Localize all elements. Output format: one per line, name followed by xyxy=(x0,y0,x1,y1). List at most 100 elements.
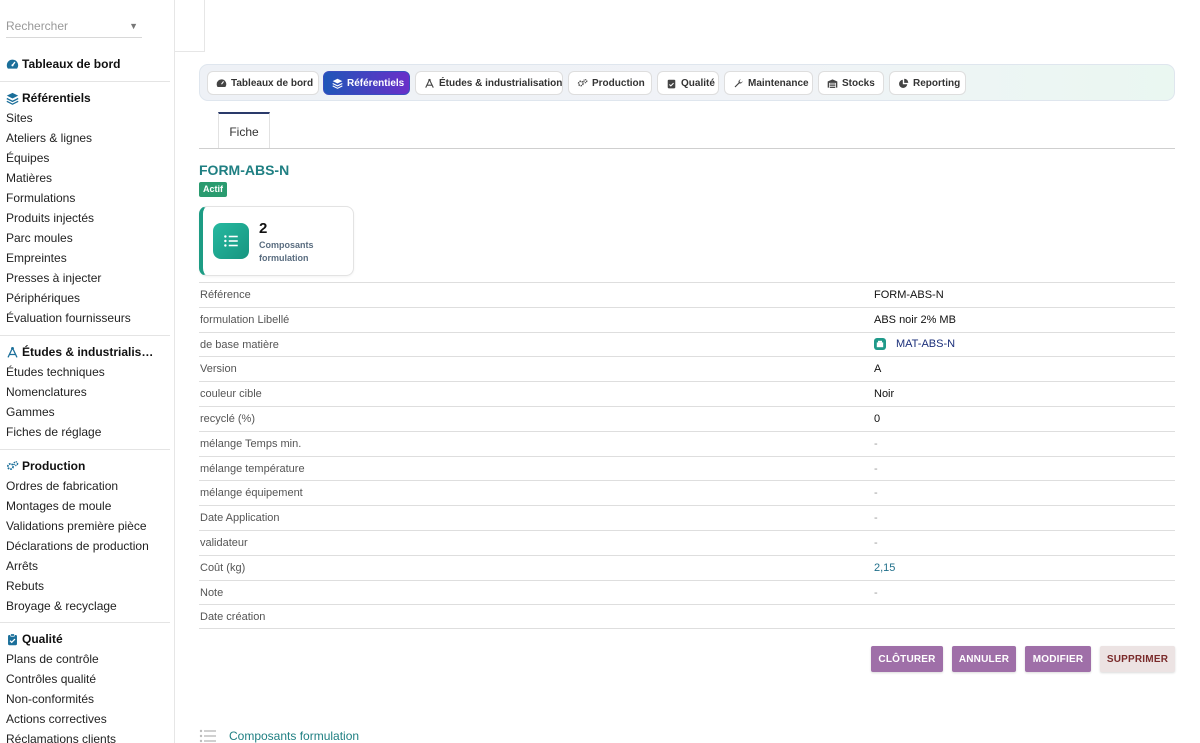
divider xyxy=(0,81,170,82)
sidebar-item-validations-premiere-piece[interactable]: Validations première pièce xyxy=(0,516,174,536)
sidebar-item-empreintes[interactable]: Empreintes xyxy=(0,248,174,268)
sidebar-item-fiches-reglage[interactable]: Fiches de réglage xyxy=(0,422,174,442)
field-row: Note - xyxy=(199,579,1175,605)
sidebar-item-declarations-production[interactable]: Déclarations de production xyxy=(0,536,174,556)
field-row: Référence FORM-ABS-N xyxy=(199,282,1175,307)
sidebar-item-produits-injectes[interactable]: Produits injectés xyxy=(0,208,174,228)
delete-button[interactable]: SUPPRIMER xyxy=(1100,646,1175,672)
sidebar-item-arrets[interactable]: Arrêts xyxy=(0,556,174,576)
tab-qualite[interactable]: Qualité xyxy=(657,71,719,95)
header-corner xyxy=(175,0,205,52)
divider xyxy=(0,622,170,623)
field-value: FORM-ABS-N xyxy=(874,289,944,301)
sidebar-head-qualite[interactable]: Qualité xyxy=(0,629,174,649)
sidebar-head-production[interactable]: Production xyxy=(0,456,174,476)
sidebar-item-actions-correctives[interactable]: Actions correctives xyxy=(0,709,174,729)
field-row: recyclé (%) 0 xyxy=(199,405,1175,431)
section-title: Composants formulation xyxy=(229,729,360,743)
field-value: - xyxy=(874,536,878,549)
field-row: de base matière MAT-ABS-N xyxy=(199,331,1175,357)
sidebar-item-gammes[interactable]: Gammes xyxy=(0,402,174,422)
tab-label: Tableaux de bord xyxy=(231,77,314,89)
field-value: Noir xyxy=(874,388,895,401)
tab-reporting[interactable]: Reporting xyxy=(889,71,966,95)
field-label: recyclé (%) xyxy=(200,412,256,425)
field-value: A xyxy=(874,363,882,376)
divider xyxy=(0,449,170,450)
stat-card-composants[interactable]: 2 Composants formulation xyxy=(199,206,354,276)
sidebar-item-etudes-techniques[interactable]: Études techniques xyxy=(0,362,174,382)
module-nav: Tableaux de bord Référentiels Études & i… xyxy=(199,64,1175,101)
sidebar-head-referentiels[interactable]: Référentiels xyxy=(0,88,174,108)
chevron-down-icon[interactable]: ▼ xyxy=(129,21,138,31)
sidebar-item-montages-moule[interactable]: Montages de moule xyxy=(0,496,174,516)
field-label: Référence xyxy=(200,289,251,301)
sidebar-item-plans-controle[interactable]: Plans de contrôle xyxy=(0,649,174,669)
sidebar-item-formulations[interactable]: Formulations xyxy=(0,188,174,208)
tab-production[interactable]: Production xyxy=(568,71,652,95)
field-label: mélange température xyxy=(200,462,305,475)
field-value: 0 xyxy=(874,412,881,425)
search-input[interactable] xyxy=(6,16,126,36)
sidebar-item-reclamations-clients[interactable]: Réclamations clients xyxy=(0,729,174,743)
close-record-button[interactable]: CLÔTURER xyxy=(871,646,943,672)
field-label: validateur xyxy=(200,536,248,549)
sidebar-item-ordres-fabrication[interactable]: Ordres de fabrication xyxy=(0,476,174,496)
sidebar-item-rebuts[interactable]: Rebuts xyxy=(0,576,174,596)
sidebar-item-presses[interactable]: Presses à injecter xyxy=(0,268,174,288)
material-link-label: MAT-ABS-N xyxy=(896,337,956,350)
tab-label: Stocks xyxy=(842,77,875,89)
list-icon xyxy=(199,729,216,743)
layers-icon xyxy=(332,78,343,89)
field-label: Version xyxy=(200,363,237,376)
field-row: validateur - xyxy=(199,529,1175,555)
sidebar-item-parc-moules[interactable]: Parc moules xyxy=(0,228,174,248)
sidebar-head-etudes[interactable]: Études & industrialis… xyxy=(0,342,174,362)
tab-label: Référentiels xyxy=(347,77,405,89)
material-link[interactable]: MAT-ABS-N xyxy=(874,337,956,350)
field-value: - xyxy=(874,586,878,599)
field-row: mélange équipement - xyxy=(199,480,1175,505)
compass-icon xyxy=(7,346,18,358)
field-value: 2,15 xyxy=(874,561,896,574)
sidebar-item-equipes[interactable]: Équipes xyxy=(0,148,174,168)
sidebar-item-nomenclatures[interactable]: Nomenclatures xyxy=(0,382,174,402)
field-label: mélange équipement xyxy=(200,487,303,500)
sidebar-section-production: Production Ordres de fabrication Montage… xyxy=(0,456,174,616)
tab-referentiels[interactable]: Référentiels xyxy=(323,71,410,95)
sidebar-item-matieres[interactable]: Matières xyxy=(0,168,174,188)
tab-label: Études & industrialisation xyxy=(439,77,563,89)
compass-icon xyxy=(425,78,434,88)
tab-label: Qualité xyxy=(681,77,715,89)
sidebar-item-broyage-recyclage[interactable]: Broyage & recyclage xyxy=(0,596,174,616)
field-value: - xyxy=(874,512,878,525)
search-box[interactable]: ▼ xyxy=(6,16,142,38)
sidebar-item-peripheriques[interactable]: Périphériques xyxy=(0,288,174,308)
field-row: couleur cible Noir xyxy=(199,381,1175,406)
tab-maintenance[interactable]: Maintenance xyxy=(724,71,813,95)
field-row: mélange Temps min. - xyxy=(199,430,1175,456)
sidebar-item-ateliers[interactable]: Ateliers & lignes xyxy=(0,128,174,148)
edit-button[interactable]: MODIFIER xyxy=(1025,646,1091,672)
sidebar-item-sites[interactable]: Sites xyxy=(0,108,174,128)
sidebar-head-label: Référentiels xyxy=(22,91,91,105)
sidebar-section-qualite: Qualité Plans de contrôle Contrôles qual… xyxy=(0,629,174,743)
divider xyxy=(0,335,170,336)
sidebar-item-controles-qualite[interactable]: Contrôles qualité xyxy=(0,669,174,689)
sidebar-item-evaluation-fournisseurs[interactable]: Évaluation fournisseurs xyxy=(0,308,174,328)
tab-fiche[interactable]: Fiche xyxy=(218,112,270,149)
cancel-record-button[interactable]: ANNULER xyxy=(952,646,1016,672)
tab-etudes-industrialisation[interactable]: Études & industrialisation xyxy=(415,71,563,95)
clipboard-check-icon xyxy=(8,632,17,645)
tab-stocks[interactable]: Stocks xyxy=(818,71,884,95)
warehouse-icon xyxy=(827,78,838,88)
status-badge: Actif xyxy=(199,182,227,197)
tab-tableaux-de-bord[interactable]: Tableaux de bord xyxy=(207,71,319,95)
field-label: mélange Temps min. xyxy=(200,437,302,450)
tab-label: Maintenance xyxy=(748,77,809,89)
field-label: couleur cible xyxy=(200,388,262,401)
field-row: Date création xyxy=(199,604,1175,630)
sidebar-head-dashboards[interactable]: Tableaux de bord xyxy=(0,54,174,74)
sidebar-item-non-conformites[interactable]: Non-conformités xyxy=(0,689,174,709)
gears-icon xyxy=(577,78,588,86)
